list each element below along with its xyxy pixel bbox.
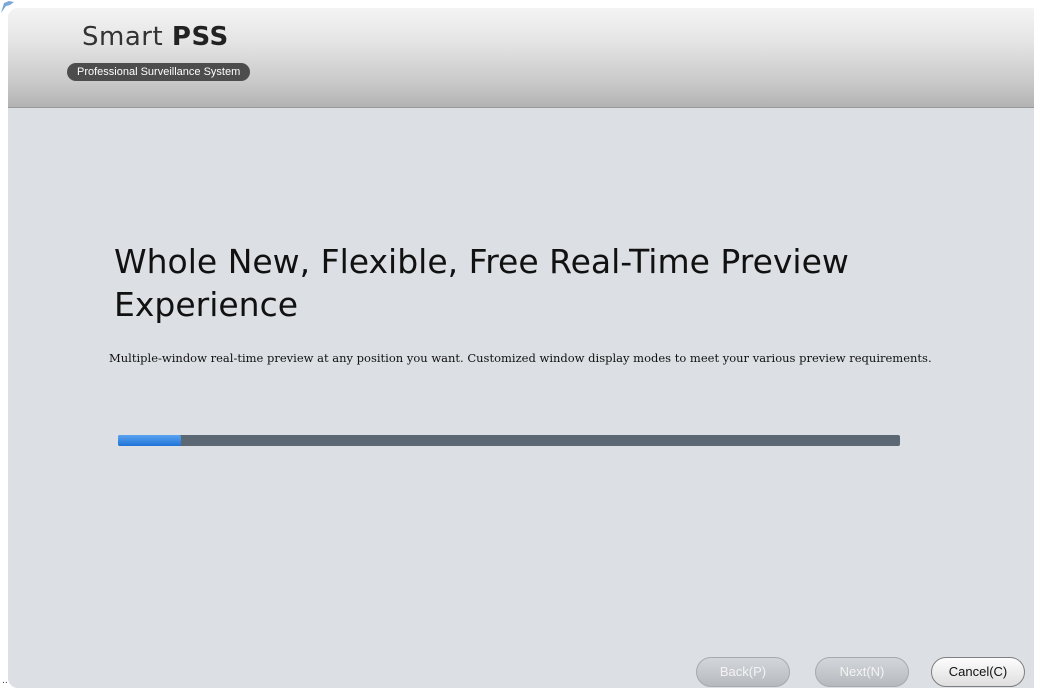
installer-window: Smart PSS Professional Surveillance Syst… bbox=[8, 8, 1034, 688]
install-progress-bar bbox=[118, 435, 900, 446]
cancel-button[interactable]: Cancel(C) bbox=[931, 657, 1025, 687]
back-button[interactable]: Back(P) bbox=[696, 657, 790, 687]
app-logo: Smart PSS bbox=[82, 22, 229, 52]
logo-tagline: Professional Surveillance System bbox=[67, 63, 251, 81]
header-banner: Smart PSS Professional Surveillance Syst… bbox=[8, 8, 1034, 108]
corner-marks: .. bbox=[2, 676, 8, 686]
feature-description: Multiple-window real-time preview at any… bbox=[109, 351, 932, 365]
feature-headline: Whole New, Flexible, Free Real-Time Prev… bbox=[114, 242, 849, 324]
logo-title-bold: PSS bbox=[171, 22, 229, 52]
logo-title-light: Smart bbox=[82, 22, 172, 52]
next-button[interactable]: Next(N) bbox=[815, 657, 909, 687]
install-progress-fill bbox=[118, 435, 181, 446]
